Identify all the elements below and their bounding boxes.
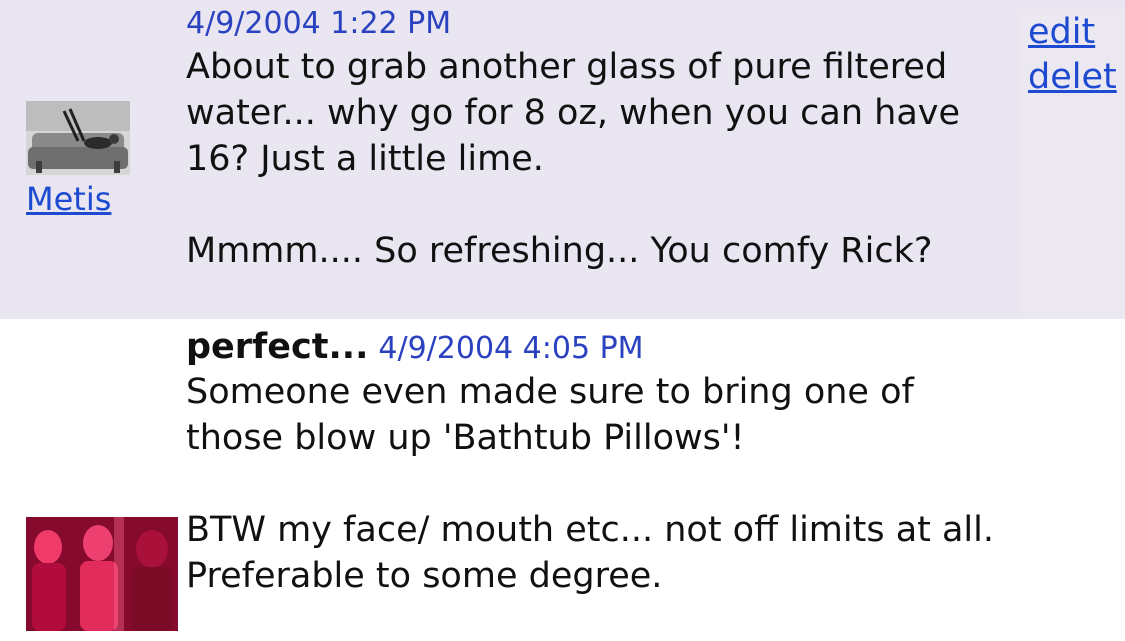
post-timestamp: 4/9/2004 1:22 PM — [186, 6, 452, 41]
post-metis: Metis 4/9/2004 1:22 PM About to grab ano… — [0, 0, 1125, 319]
post-actions: edit delet — [1022, 10, 1125, 319]
post-body: About to grab another glass of pure filt… — [186, 47, 961, 271]
edit-link[interactable]: edit — [1022, 10, 1125, 55]
delete-link[interactable]: delet — [1022, 55, 1125, 100]
post-subject: perfect... — [186, 327, 369, 367]
post-timestamp: 4/9/2004 4:05 PM — [378, 331, 644, 366]
author-name-link[interactable]: Metis — [26, 179, 176, 219]
post-content: 4/9/2004 1:22 PM About to grab another g… — [186, 4, 1022, 274]
avatar-photo[interactable] — [26, 517, 178, 631]
post-content: perfect... 4/9/2004 4:05 PM Someone even … — [186, 327, 1022, 599]
post-body: Someone even made sure to bring one of t… — [186, 372, 995, 596]
post-header: perfect... 4/9/2004 4:05 PM — [186, 327, 1022, 369]
avatar-metis[interactable] — [26, 101, 130, 175]
author-column — [26, 517, 178, 631]
post-2: perfect... 4/9/2004 4:05 PM Someone even … — [0, 319, 1125, 641]
author-column: Metis — [26, 101, 176, 219]
